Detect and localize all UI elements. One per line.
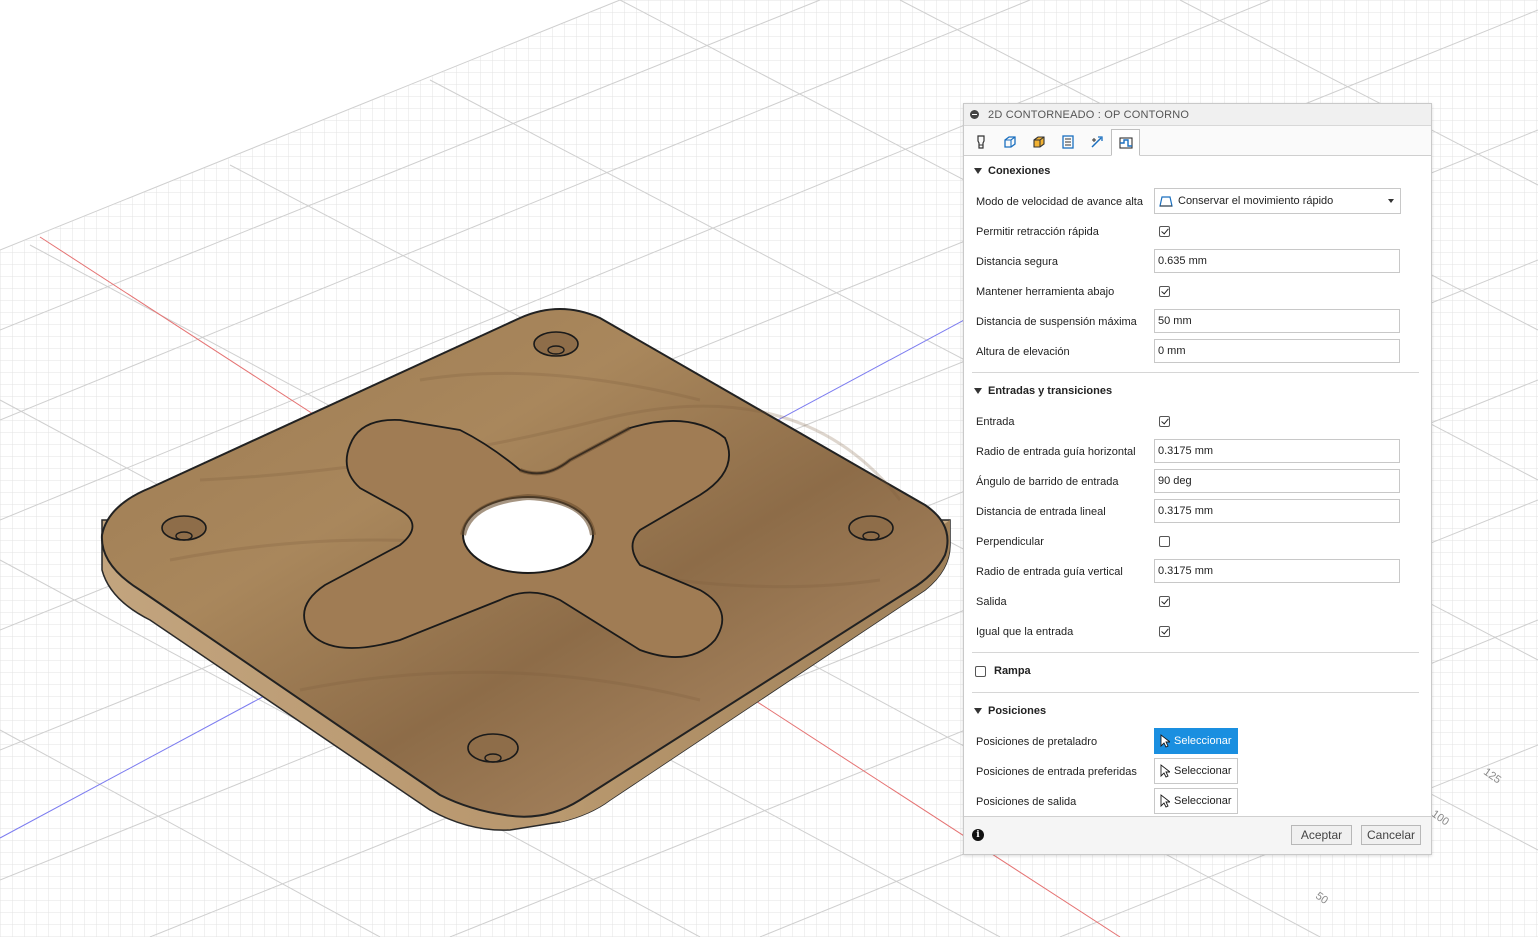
chevron-down-icon — [1388, 199, 1394, 203]
distancia-segura-input[interactable]: 0.635 mm — [1154, 249, 1400, 273]
label-mantener-herramienta: Mantener herramienta abajo — [976, 286, 1115, 298]
dialog-header[interactable]: 2D CONTORNEADO : OP CONTORNO — [964, 104, 1431, 126]
section-entradas[interactable]: Entradas y transiciones — [974, 382, 1112, 400]
select-button-label: Seleccionar — [1174, 735, 1232, 747]
label-distancia-segura: Distancia segura — [976, 256, 1058, 268]
section-title: Conexiones — [988, 165, 1051, 177]
dialog-footer: i Aceptar Cancelar — [964, 816, 1431, 854]
entrada-preferidas-select-button[interactable]: Seleccionar — [1154, 758, 1238, 784]
label-altura-elevacion: Altura de elevación — [976, 346, 1070, 358]
dialog-title: 2D CONTORNEADO : OP CONTORNO — [988, 108, 1190, 121]
linking-icon — [1090, 136, 1103, 148]
label-entrada-preferidas: Posiciones de entrada preferidas — [976, 766, 1137, 778]
expand-triangle-icon — [974, 388, 982, 394]
permitir-retraccion-checkbox[interactable] — [1159, 226, 1170, 237]
tab-linking[interactable] — [1082, 129, 1111, 155]
tab-geometry[interactable] — [995, 129, 1024, 155]
section-rampa[interactable]: Rampa — [974, 662, 1031, 680]
rapid-move-icon — [1159, 196, 1173, 207]
accept-button[interactable]: Aceptar — [1291, 825, 1352, 845]
collapse-icon[interactable] — [970, 110, 979, 119]
distancia-lineal-input[interactable]: 0.3175 mm — [1154, 499, 1400, 523]
entrada-checkbox[interactable] — [1159, 416, 1170, 427]
cursor-arrow-icon — [1160, 794, 1170, 808]
perpendicular-checkbox[interactable] — [1159, 536, 1170, 547]
select-button-label: Seleccionar — [1174, 795, 1232, 807]
label-perpendicular: Perpendicular — [976, 536, 1044, 548]
geometry-icon — [1003, 136, 1016, 148]
tool-icon — [976, 135, 985, 149]
label-angulo-barrido: Ángulo de barrido de entrada — [976, 476, 1119, 488]
section-title: Posiciones — [988, 705, 1047, 717]
contour-dialog: 2D CONTORNEADO : OP CONTORNO Conexiones … — [963, 103, 1432, 855]
label-igual-entrada: Igual que la entrada — [976, 626, 1074, 638]
section-divider — [972, 652, 1419, 653]
section-title: Rampa — [994, 665, 1031, 677]
section-posiciones[interactable]: Posiciones — [974, 702, 1046, 720]
pretaladro-select-button[interactable]: Seleccionar — [1154, 728, 1238, 754]
label-posiciones-salida: Posiciones de salida — [976, 796, 1077, 808]
label-suspension-maxima: Distancia de suspensión máxima — [976, 316, 1137, 328]
label-modo-velocidad: Modo de velocidad de avance alta — [976, 196, 1143, 208]
label-permitir-retraccion: Permitir retracción rápida — [976, 226, 1099, 238]
modo-velocidad-select[interactable]: Conservar el movimiento rápido — [1154, 188, 1401, 214]
tab-heights[interactable] — [1024, 129, 1053, 155]
label-entrada: Entrada — [976, 416, 1015, 428]
dialog-tabs — [964, 126, 1431, 156]
modo-velocidad-value: Conservar el movimiento rápido — [1178, 195, 1334, 207]
dialog-body: Conexiones Modo de velocidad de avance a… — [964, 156, 1431, 817]
radio-horizontal-input[interactable]: 0.3175 mm — [1154, 439, 1400, 463]
label-distancia-lineal: Distancia de entrada lineal — [976, 506, 1106, 518]
cursor-arrow-icon — [1160, 764, 1170, 778]
expand-triangle-icon — [974, 168, 982, 174]
rampa-checkbox[interactable] — [975, 665, 986, 677]
section-divider — [972, 692, 1419, 693]
label-salida: Salida — [976, 596, 1007, 608]
section-conexiones[interactable]: Conexiones — [974, 162, 1050, 180]
section-divider — [972, 372, 1419, 373]
suspension-maxima-input[interactable]: 50 mm — [1154, 309, 1400, 333]
salida-checkbox[interactable] — [1159, 596, 1170, 607]
label-pretaladro: Posiciones de pretaladro — [976, 736, 1098, 748]
tab-tool[interactable] — [966, 129, 995, 155]
section-title: Entradas y transiciones — [988, 385, 1113, 397]
altura-elevacion-input[interactable]: 0 mm — [1154, 339, 1400, 363]
select-button-label: Seleccionar — [1174, 765, 1232, 777]
posiciones-salida-select-button[interactable]: Seleccionar — [1154, 788, 1238, 814]
igual-entrada-checkbox[interactable] — [1159, 626, 1170, 637]
expand-triangle-icon — [974, 708, 982, 714]
passes-icon — [1061, 135, 1074, 149]
heights-icon — [1032, 136, 1045, 148]
radio-vertical-input[interactable]: 0.3175 mm — [1154, 559, 1400, 583]
mantener-herramienta-checkbox[interactable] — [1159, 286, 1170, 297]
cancel-button[interactable]: Cancelar — [1361, 825, 1421, 845]
label-radio-horizontal: Radio de entrada guía horizontal — [976, 446, 1136, 458]
linking-active-icon — [1118, 136, 1133, 149]
label-radio-vertical: Radio de entrada guía vertical — [976, 566, 1123, 578]
tab-linking-active[interactable] — [1111, 129, 1140, 156]
angulo-barrido-input[interactable]: 90 deg — [1154, 469, 1400, 493]
tab-passes[interactable] — [1053, 129, 1082, 155]
info-icon[interactable]: i — [972, 829, 984, 841]
cursor-arrow-icon — [1160, 734, 1170, 748]
